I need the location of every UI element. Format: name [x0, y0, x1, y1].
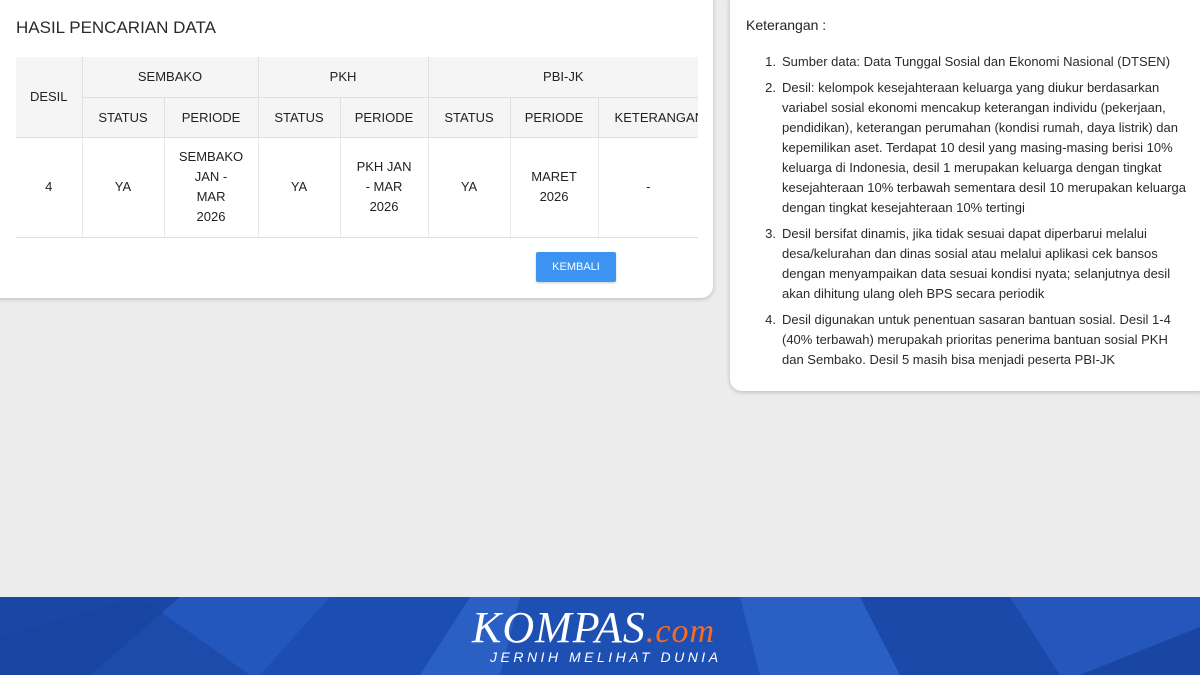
sembako-periode-line: JAN -: [194, 169, 228, 184]
note-text: Desil: kelompok kesejahteraan keluarga y…: [782, 80, 1186, 215]
pkh-periode-line: - MAR: [365, 179, 403, 194]
header-pbijk-status: STATUS: [428, 97, 511, 138]
table-row: 4 YA SEMBAKO JAN - MAR 2026 YA PKH JAN -…: [16, 137, 699, 238]
header-pkh: PKH: [258, 57, 429, 98]
header-pbijk: PBI-JK: [428, 57, 699, 98]
header-desil: DESIL: [16, 57, 83, 138]
back-button[interactable]: KEMBALI: [536, 252, 616, 282]
notes-list: 1. Sumber data: Data Tunggal Sosial dan E…: [765, 52, 1188, 376]
notes-title: Keterangan :: [746, 17, 827, 33]
note-text: Sumber data: Data Tunggal Sosial dan Eko…: [782, 54, 1171, 69]
header-pkh-periode: PERIODE: [340, 97, 429, 138]
header-keterangan: KETERANGAN: [598, 97, 699, 138]
header-sembako-status: STATUS: [82, 97, 165, 138]
cell-sembako-status: YA: [82, 137, 165, 238]
header-sembako-periode: PERIODE: [164, 97, 259, 138]
cell-pbijk-status: YA: [428, 137, 511, 238]
header-pkh-status: STATUS: [258, 97, 341, 138]
cell-sembako-periode: SEMBAKO JAN - MAR 2026: [164, 137, 259, 238]
notes-card: Keterangan : 1. Sumber data: Data Tunggal…: [730, 0, 1200, 391]
pkh-periode-line: PKH JAN: [356, 159, 412, 174]
pbijk-periode-line: 2026: [539, 189, 569, 204]
page-title: HASIL PENCARIAN DATA: [16, 18, 216, 37]
cell-pbijk-periode: MARET 2026: [510, 137, 599, 238]
sembako-periode-line: MAR: [196, 189, 226, 204]
brand-name: KOMPAS: [472, 603, 646, 652]
results-table: DESIL SEMBAKO PKH PBI-JK STATUS PERIODE …: [16, 57, 699, 238]
results-card: HASIL PENCARIAN DATA DESIL SEMBAKO PKH P…: [0, 0, 713, 298]
list-number: 4.: [765, 312, 776, 327]
sembako-periode-line: 2026: [196, 209, 226, 224]
note-text: Desil bersifat dinamis, jika tidak sesua…: [782, 226, 1171, 301]
sembako-periode-line: SEMBAKO: [178, 149, 244, 164]
header-sembako: SEMBAKO: [82, 57, 259, 98]
table-subheader-row: STATUS PERIODE STATUS PERIODE STATUS PER…: [16, 97, 699, 138]
cell-desil: 4: [16, 137, 83, 238]
list-item: 3. Desil bersifat dinamis, jika tidak ses…: [765, 224, 1188, 304]
list-number: 1.: [765, 54, 776, 69]
list-item: 2. Desil: kelompok kesejahteraan keluarga…: [765, 78, 1188, 218]
cell-keterangan: -: [598, 137, 699, 238]
pbijk-periode-line: MARET: [531, 169, 577, 184]
brand-tagline: JERNIH MELIHAT DUNIA: [490, 649, 722, 665]
note-text: Desil digunakan untuk penentuan sasaran …: [782, 312, 1171, 367]
brand-suffix: .com: [645, 613, 716, 650]
list-item: 1. Sumber data: Data Tunggal Sosial dan E…: [765, 52, 1188, 72]
list-number: 3.: [765, 226, 776, 241]
kompas-logo: KOMPAS.com JERNIH MELIHAT DUNIA: [472, 606, 742, 670]
pkh-periode-line: 2026: [369, 199, 399, 214]
table-header-row: DESIL SEMBAKO PKH PBI-JK: [16, 57, 699, 138]
list-number: 2.: [765, 80, 776, 95]
list-item: 4. Desil digunakan untuk penentuan sasara…: [765, 310, 1188, 370]
cell-pkh-periode: PKH JAN - MAR 2026: [340, 137, 429, 238]
header-pbijk-periode: PERIODE: [510, 97, 599, 138]
cell-pkh-status: YA: [258, 137, 341, 238]
